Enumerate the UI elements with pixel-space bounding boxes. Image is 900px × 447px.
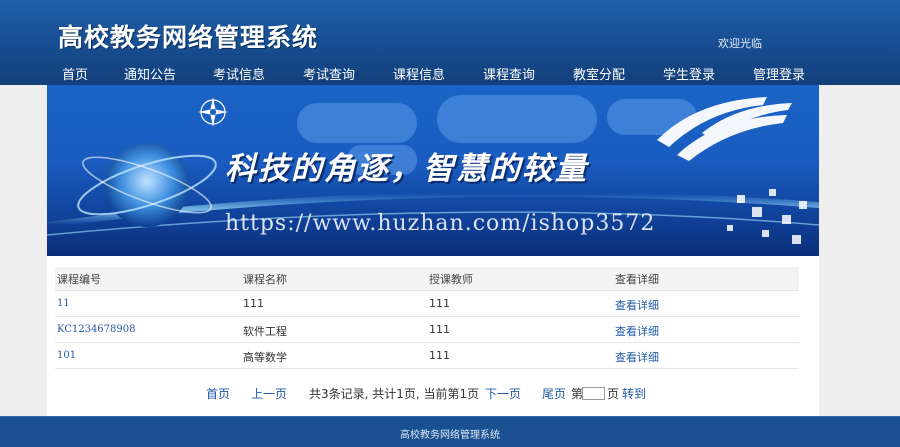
globe-icon [105,143,189,227]
course-table: 课程编号 课程名称 授课教师 查看详细 11 111 111 查看详细 KC12… [55,267,799,369]
site-title: 高校教务网络管理系统 [58,23,319,52]
header-course-code: 课程编号 [57,273,101,286]
nav-notices[interactable]: 通知公告 [124,64,176,83]
pager-summary: 共3条记录, 共计1页, 当前第1页 [309,387,480,401]
nav-admin-login[interactable]: 管理登录 [753,64,805,83]
view-details-link[interactable]: 查看详细 [615,349,659,365]
nav-exam-info[interactable]: 考试信息 [213,64,265,83]
pager-last[interactable]: 尾页 [542,385,566,402]
nav-course-info[interactable]: 课程信息 [393,64,445,83]
view-details-link[interactable]: 查看详细 [615,323,659,339]
header-details: 查看详细 [615,273,659,286]
table-row: 101 高等数学 111 查看详细 [55,343,799,369]
nav-student-login[interactable]: 学生登录 [663,64,715,83]
pager-next[interactable]: 下一页 [485,385,521,402]
welcome-text: 欢迎光临 [718,37,762,50]
view-details-link[interactable]: 查看详细 [615,297,659,313]
course-teacher: 111 [429,323,450,336]
course-code-link[interactable]: 11 [57,298,70,309]
table-header-row: 课程编号 课程名称 授课教师 查看详细 [55,267,799,291]
course-teacher: 111 [429,297,450,310]
nav-classroom[interactable]: 教室分配 [573,64,625,83]
pager-prev[interactable]: 上一页 [251,385,287,402]
course-name: 高等数学 [243,351,287,364]
table-row: 11 111 111 查看详细 [55,291,799,317]
pager-first[interactable]: 首页 [206,385,230,402]
course-name: 软件工程 [243,325,287,338]
pager-page-suffix: 页 [607,387,620,401]
page-number-input[interactable] [582,387,605,400]
course-code-link[interactable]: 101 [57,350,76,361]
compass-icon [198,97,228,127]
banner: 科技的角逐，智慧的较量 https://www.huzhan.com/ishop… [47,85,819,256]
pagination: 首页 上一页 共3条记录, 共计1页, 当前第1页 下一页 尾页 第 页 转到 [47,385,819,405]
banner-slogan: 科技的角逐，智慧的较量 [225,151,588,187]
banner-watermark: https://www.huzhan.com/ishop3572 [225,211,656,236]
site-footer: 高校教务网络管理系统 [0,416,900,447]
course-code-link[interactable]: KC1234678908 [57,324,135,335]
main-nav: 首页 通知公告 考试信息 考试查询 课程信息 课程查询 教室分配 学生登录 管理… [0,60,900,85]
course-name: 111 [243,297,264,310]
header-course-name: 课程名称 [243,273,287,286]
pager-go-button[interactable]: 转到 [622,385,646,402]
header-teacher: 授课教师 [429,273,473,286]
main-content: 科技的角逐，智慧的较量 https://www.huzhan.com/ishop… [47,85,819,416]
course-teacher: 111 [429,349,450,362]
nav-course-query[interactable]: 课程查询 [483,64,535,83]
table-row: KC1234678908 软件工程 111 查看详细 [55,317,799,343]
footer-text: 高校教务网络管理系统 [400,430,500,441]
site-header: 高校教务网络管理系统 欢迎光临 首页 通知公告 考试信息 考试查询 课程信息 课… [0,0,900,85]
nav-exam-query[interactable]: 考试查询 [303,64,355,83]
nav-home[interactable]: 首页 [62,64,88,83]
